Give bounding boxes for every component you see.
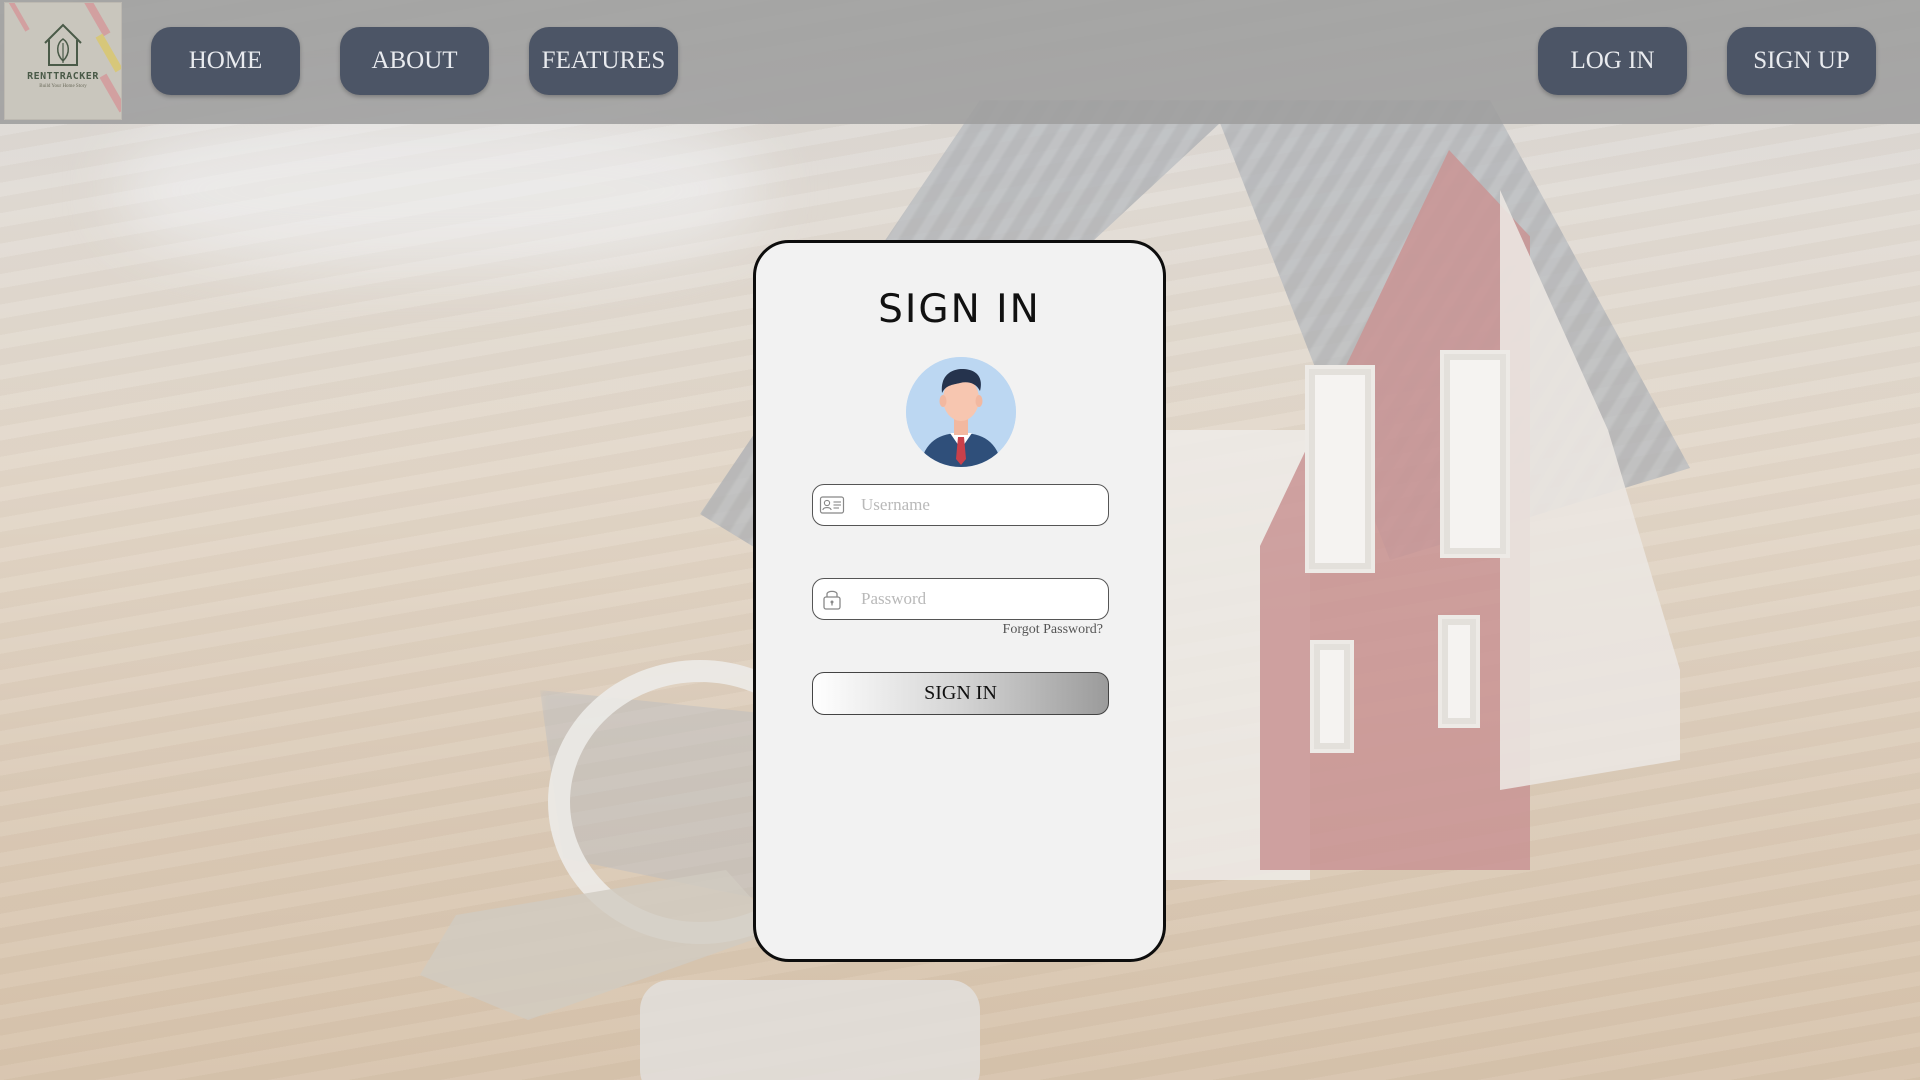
features-button[interactable]: FEATURES bbox=[529, 27, 678, 95]
house-leaf-icon bbox=[44, 23, 82, 66]
signin-button[interactable]: SIGN IN bbox=[812, 672, 1109, 715]
password-field[interactable] bbox=[812, 578, 1109, 620]
navbar: RENTTRACKER Build Your Home Story HOME A… bbox=[0, 0, 1920, 124]
username-input[interactable] bbox=[861, 495, 1091, 515]
id-card-icon bbox=[819, 496, 845, 514]
logo[interactable]: RENTTRACKER Build Your Home Story bbox=[4, 2, 122, 120]
signin-card: SIGN IN Username Forgot Password? SIGN I… bbox=[753, 240, 1166, 962]
logo-text: RENTTRACKER bbox=[27, 71, 99, 82]
login-button[interactable]: LOG IN bbox=[1538, 27, 1687, 95]
home-button[interactable]: HOME bbox=[151, 27, 300, 95]
signup-button[interactable]: SIGN UP bbox=[1727, 27, 1876, 95]
password-input[interactable] bbox=[861, 589, 1091, 609]
forgot-password-link[interactable]: Forgot Password? bbox=[1003, 622, 1103, 638]
user-avatar-icon bbox=[906, 357, 1016, 467]
username-field[interactable] bbox=[812, 484, 1109, 526]
signin-title: SIGN IN bbox=[878, 287, 1041, 332]
lock-icon bbox=[823, 590, 841, 610]
logo-subtext: Build Your Home Story bbox=[39, 84, 87, 89]
about-button[interactable]: ABOUT bbox=[340, 27, 489, 95]
